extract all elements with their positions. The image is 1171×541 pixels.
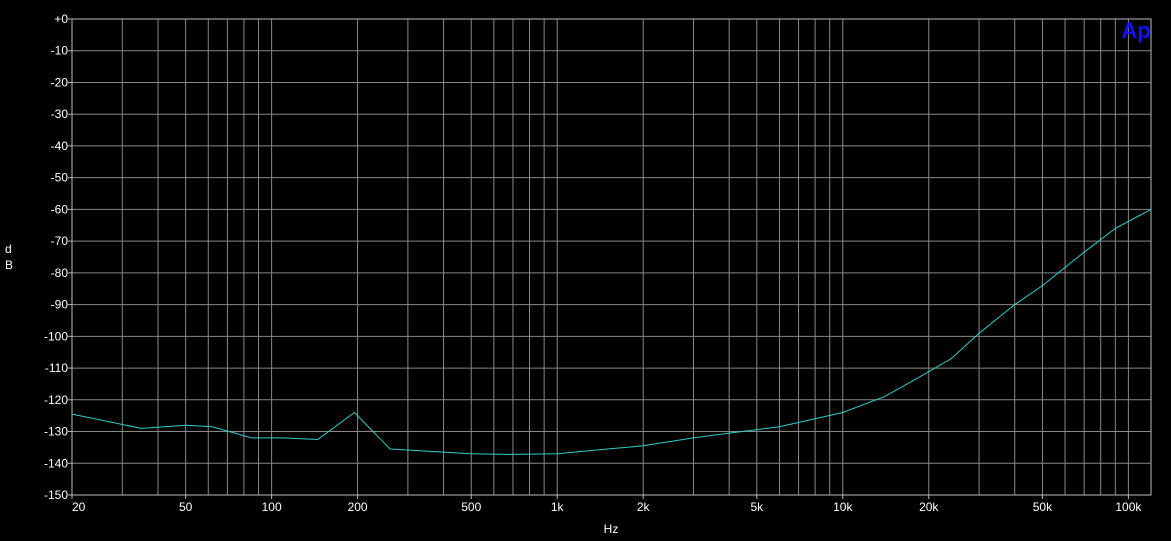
chart-background [0,0,1171,536]
x-tick-label: 10k [833,500,853,514]
y-tick-label: -10 [51,44,69,58]
x-tick-label: 50 [179,500,193,514]
y-tick-label: -120 [44,393,68,407]
x-tick-label: 5k [750,500,764,514]
y-tick-label: +0 [54,12,68,26]
frequency-response-chart: +0 -10 -20 -30 -40 -50 -60 -70 -80 -90 -100 -110 -12… [0,0,1171,536]
y-tick-label: -110 [45,361,68,375]
x-tick-label: 1k [551,500,565,514]
x-tick-label: 200 [348,500,368,514]
y-tick-label: -90 [51,298,69,312]
x-tick-label: 20k [919,500,939,514]
x-tick-label: 50k [1033,500,1053,514]
ap-logo: Ap [1121,18,1150,43]
y-tick-label: -140 [44,456,68,470]
x-axis-label: Hz [604,522,619,536]
y-tick-label: -70 [51,234,69,248]
y-tick-label: -40 [51,139,69,153]
y-tick-label: -80 [51,266,69,280]
y-tick-label: -20 [51,75,69,89]
y-tick-label: -50 [51,171,69,185]
y-axis-label-line-2: B [5,258,13,272]
y-tick-label: -100 [44,329,68,343]
y-tick-label: -130 [44,425,68,439]
x-tick-label: 100 [262,500,282,514]
y-axis-label-line-1: d [5,242,12,256]
chart-root: +0 -10 -20 -30 -40 -50 -60 -70 -80 -90 -100 -110 -12… [0,0,1171,536]
y-tick-label: -30 [51,107,69,121]
x-tick-label: 100k [1115,500,1142,514]
x-tick-label: 500 [461,500,481,514]
x-tick-label: 20 [72,500,86,514]
y-tick-label: -60 [51,202,69,216]
y-tick-label: -150 [44,488,68,502]
x-tick-label: 2k [637,500,651,514]
